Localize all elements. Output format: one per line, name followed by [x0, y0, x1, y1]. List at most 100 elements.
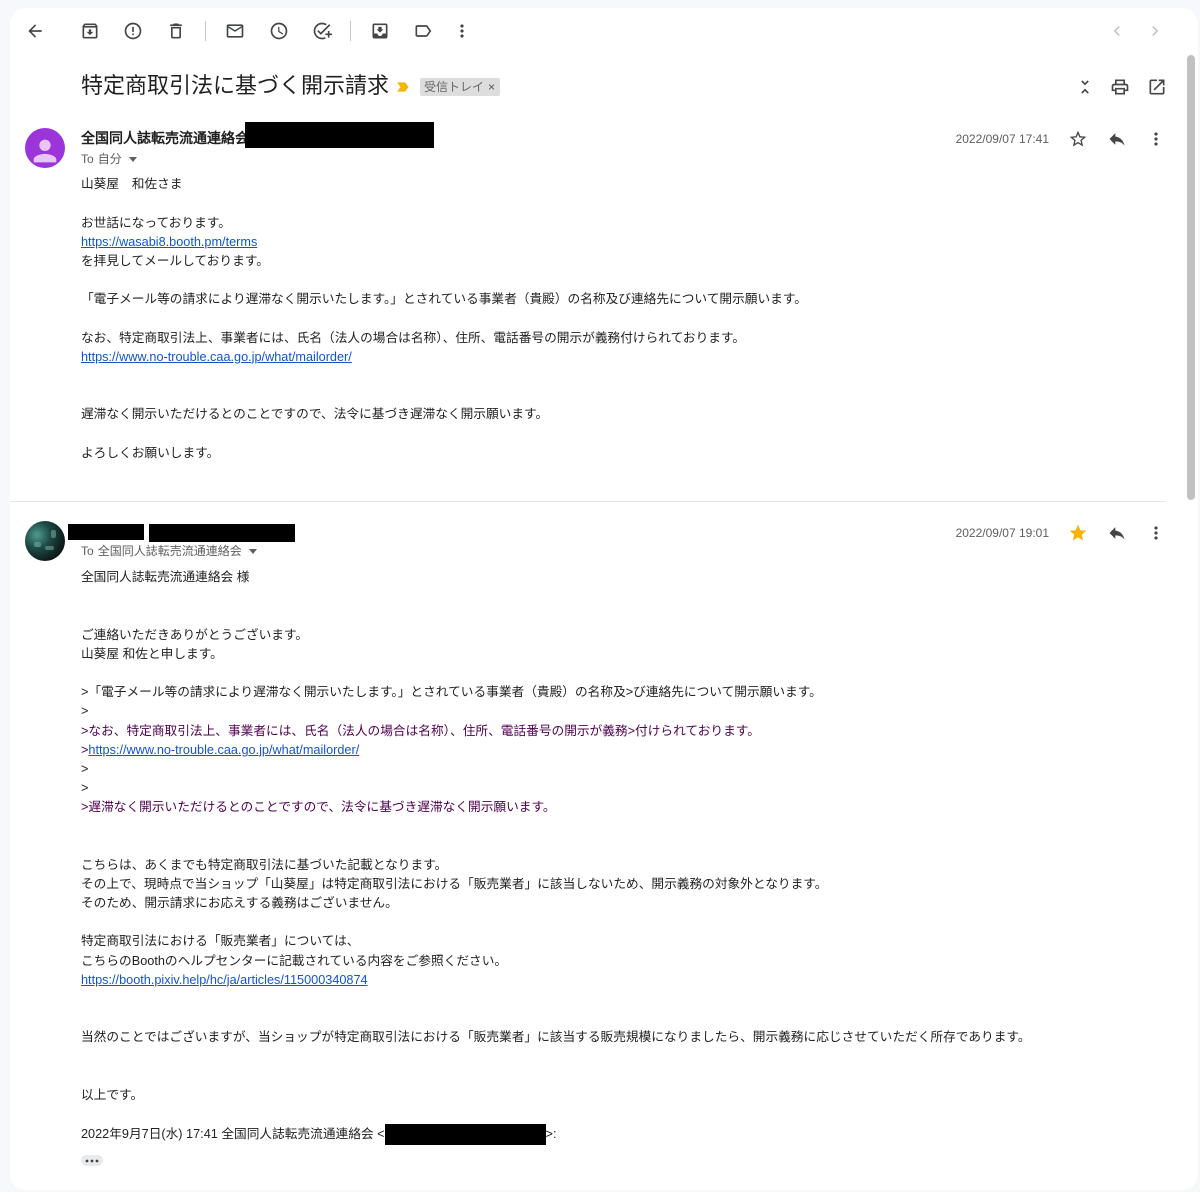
reply-button[interactable]: [1099, 515, 1135, 551]
sender-name[interactable]: 全国同人誌転売流通連絡会: [81, 129, 249, 147]
show-details-icon[interactable]: [128, 156, 137, 162]
body-text: こちらは、あくまでも特定商取引法に基づいた記載となります。: [81, 857, 448, 872]
body-line: なお、特定商取引法上、事業者には、氏名（法人の場合は名称）、住所、電話番号の開示…: [81, 329, 1161, 348]
quote-marker: >: [81, 761, 89, 776]
body-link[interactable]: https://www.no-trouble.caa.go.jp/what/ma…: [88, 743, 359, 757]
print-icon: [1111, 79, 1129, 95]
message-more-button[interactable]: [1138, 515, 1174, 551]
body-text: 山葵屋 和佐さま: [81, 177, 183, 192]
print-button[interactable]: [1102, 69, 1138, 105]
body-line: >: [81, 760, 1161, 779]
body-line: 当然のことではございますが、当ショップが特定商取引法における「販売業者」に該当す…: [81, 1028, 1161, 1047]
show-trimmed-content-button[interactable]: [81, 1155, 103, 1166]
body-line: を拝見してメールしております。: [81, 252, 1161, 271]
body-line: ご連絡いただきありがとうございます。: [81, 626, 1161, 645]
body-link[interactable]: https://wasabi8.booth.pm/terms: [81, 235, 257, 249]
collapse-all-button[interactable]: [1067, 69, 1103, 105]
delete-icon: [170, 23, 182, 39]
message-date: 2022/09/07 19:01: [955, 526, 1049, 540]
scrollbar-thumb[interactable]: [1187, 55, 1195, 500]
more-vertical-icon: [1154, 132, 1158, 146]
more-button[interactable]: [444, 13, 480, 49]
body-text: ご連絡いただきありがとうございます。: [81, 627, 309, 642]
body-line: >「電子メール等の請求により遅滞なく開示いたします。」とされている事業者（貴殿）…: [81, 683, 1161, 702]
attribution-text-end: >:: [545, 1126, 557, 1141]
redacted-sender-address: [149, 524, 295, 542]
body-text: そのため、開示請求にお応えする義務はございません。: [81, 896, 398, 911]
older-button[interactable]: [1137, 13, 1173, 49]
star-filled-icon: [1069, 524, 1087, 541]
body-line: こちらは、あくまでも特定商取引法に基づいた記載となります。: [81, 856, 1161, 875]
body-line: 山葵屋 和佐と申します。: [81, 645, 1161, 664]
body-text: 以上です。: [81, 1087, 144, 1102]
body-line: よろしくお願いします。: [81, 444, 1161, 463]
body-text: なお、特定商取引法上、事業者には、氏名（法人の場合は名称）、住所、電話番号の開示…: [88, 723, 760, 738]
label-icon: [415, 25, 432, 37]
body-line: >https://www.no-trouble.caa.go.jp/what/m…: [81, 741, 1161, 760]
message-date: 2022/09/07 17:41: [955, 132, 1049, 146]
move-to-button[interactable]: [362, 13, 398, 49]
thread-subject: 特定商取引法に基づく開示請求: [81, 73, 390, 98]
label-chip-inbox[interactable]: 受信トレイ ×: [420, 78, 501, 96]
redacted-sender-name: [68, 524, 144, 540]
redacted-sender-address: [245, 122, 434, 148]
snooze-button[interactable]: [261, 13, 297, 49]
reply-button[interactable]: [1099, 121, 1135, 157]
star-button[interactable]: [1060, 515, 1096, 551]
add-to-tasks-button[interactable]: [304, 13, 340, 49]
body-text: 山葵屋 和佐と申します。: [81, 647, 223, 662]
body-line: お世話になっております。: [81, 214, 1161, 233]
body-link[interactable]: https://www.no-trouble.caa.go.jp/what/ma…: [81, 350, 352, 364]
remove-label-button[interactable]: ×: [488, 78, 495, 96]
move-to-icon: [372, 23, 388, 39]
recipient-prefix: To: [81, 544, 94, 558]
person-silhouette-icon: [33, 139, 57, 163]
back-button[interactable]: [17, 13, 53, 49]
body-line: >: [81, 702, 1161, 721]
chevron-right-icon: [1152, 26, 1159, 36]
quote-marker: >: [81, 781, 89, 796]
body-line: https://booth.pixiv.help/hc/ja/articles/…: [81, 971, 1161, 990]
body-text: その上で、現時点で当ショップ「山葵屋」は特定商取引法における「販売業者」に該当し…: [81, 876, 828, 891]
body-text: こちらのBoothのヘルプセンターに記載されている内容をご参照ください。: [81, 953, 508, 968]
body-line: 特定商取引法における「販売業者」については、: [81, 932, 1161, 951]
body-link[interactable]: https://booth.pixiv.help/hc/ja/articles/…: [81, 973, 368, 987]
importance-marker-icon: [397, 82, 409, 92]
body-text: なお、特定商取引法上、事業者には、氏名（法人の場合は名称）、住所、電話番号の開示…: [81, 330, 746, 345]
newer-button[interactable]: [1099, 13, 1135, 49]
collapse-all-icon: [1081, 80, 1089, 94]
sender-avatar[interactable]: [25, 521, 65, 561]
body-text: 全国同人誌転売流通連絡会 様: [81, 570, 250, 585]
sender-avatar[interactable]: [25, 128, 65, 168]
importance-marker[interactable]: [394, 79, 411, 95]
body-text: 遅滞なく開示いただけるとのことですので、法令に基づき遅滞なく開示願います。: [81, 407, 549, 422]
delete-button[interactable]: [158, 13, 194, 49]
labels-button[interactable]: [405, 13, 441, 49]
mark-unread-button[interactable]: [217, 13, 253, 49]
archive-icon: [82, 23, 98, 39]
message-more-button[interactable]: [1138, 121, 1174, 157]
show-details-icon[interactable]: [248, 548, 257, 554]
message-body: 全国同人誌転売流通連絡会 様ご連絡いただきありがとうございます。 山葵屋 和佐と申…: [81, 568, 1161, 1145]
report-spam-button[interactable]: [115, 13, 151, 49]
more-vertical-icon: [1154, 526, 1158, 540]
ellipsis-icon: [85, 1159, 99, 1162]
star-button[interactable]: [1060, 121, 1096, 157]
message-body: 山葵屋 和佐さまお世話になっております。 https://wasabi8.boot…: [81, 175, 1161, 462]
body-text: 「電子メール等の請求により遅滞なく開示いたします。」とされている事業者（貴殿）の…: [88, 685, 822, 700]
recipient-name: 全国同人誌転売流通連絡会: [97, 544, 242, 558]
open-in-new-window-button[interactable]: [1139, 69, 1175, 105]
archive-button[interactable]: [72, 13, 108, 49]
body-line: 「電子メール等の請求により遅滞なく開示いたします。」とされている事業者（貴殿）の…: [81, 290, 1161, 309]
back-icon: [28, 24, 42, 38]
